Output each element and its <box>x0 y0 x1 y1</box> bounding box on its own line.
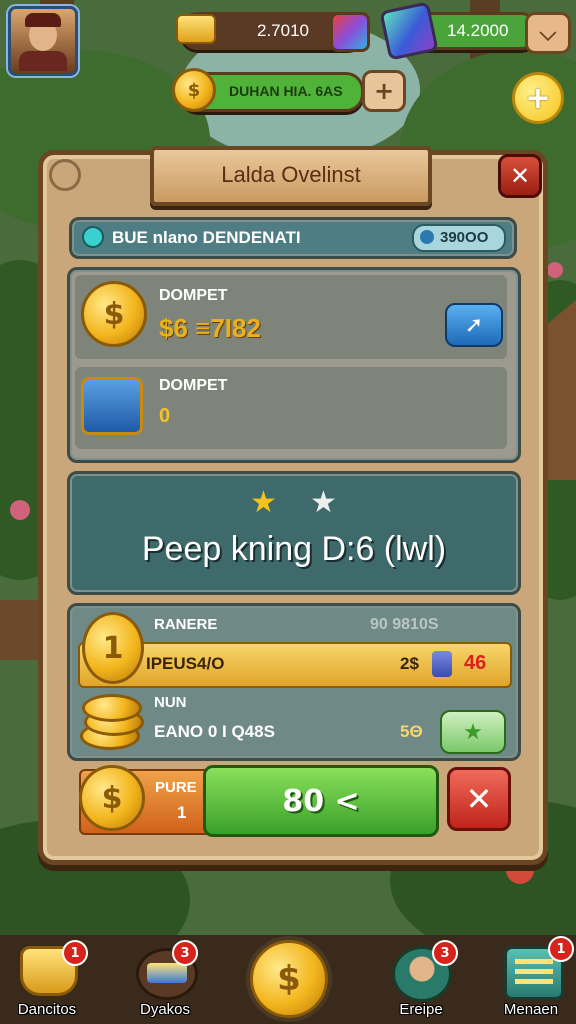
reward-2-count: 5Θ <box>400 722 423 741</box>
wallet-coin-icon: $ <box>81 281 147 347</box>
reward-2-coin-stack-icon <box>80 692 144 752</box>
nav-item-shop[interactable]: $ <box>244 940 334 1024</box>
banner-add-button[interactable]: + <box>362 70 406 112</box>
reward-2-star-button[interactable]: ★ <box>440 710 506 754</box>
footer-coin-icon: $ <box>79 765 145 831</box>
gold-counter-value: 2.7010 <box>257 21 309 40</box>
gem-stack-icon <box>379 1 439 61</box>
reward-1-count: 2$ <box>400 654 419 673</box>
wallet-2-value: 0 <box>159 405 171 427</box>
reward-1-extra: 46 <box>464 652 487 674</box>
reward-1-coin-mark: 1 <box>102 630 124 666</box>
level-banner-text: Peep kning D:6 (lwl) <box>141 530 447 568</box>
wallet-1-value: $6 ≡7I82 <box>159 313 261 343</box>
avatar-hat <box>25 13 61 27</box>
nav-badge-dyakos: 3 <box>172 940 198 966</box>
nav-badge-menaen: 1 <box>548 936 574 962</box>
dialog-panel: BUE nlano DENDENATI 390OO $ DOMPET $6 ≡7… <box>38 150 548 865</box>
wallet-bag-icon <box>81 377 143 435</box>
cancel-button[interactable]: ✕ <box>447 767 511 831</box>
reward-1-amount: IPEUS4/O <box>146 654 225 673</box>
reward-2-label: NUN <box>154 694 187 711</box>
wallet-row-2: DOMPET 0 <box>75 367 507 449</box>
reward-2-amount: EANO 0 I Q48S <box>154 722 275 741</box>
nav-label-menaen: Menaen <box>503 1001 559 1018</box>
reward-1-label: RANERE <box>154 616 218 633</box>
reward-1-gem-icon <box>432 651 452 677</box>
info-value-icon <box>420 230 434 244</box>
star-empty-icon: ★ <box>310 485 337 520</box>
nav-label-dancitos: Dancitos <box>17 1001 77 1018</box>
gold-bars-icon <box>172 8 216 48</box>
reward-1-faded-value: 90 9810S <box>370 616 439 633</box>
star-filled-icon: ★ <box>250 485 277 520</box>
info-value: 390OO <box>440 229 489 246</box>
nav-item-dyakos[interactable]: 3 Dyakos <box>120 940 210 1024</box>
reward-section: RANERE 90 9810S IPEUS4/O 2$ 46 1 NUN EAN… <box>67 603 521 761</box>
info-text: BUE nlano DENDENATI <box>112 228 301 247</box>
info-token-icon <box>82 226 104 248</box>
avatar-body <box>19 51 67 71</box>
info-value-pill: 390OO <box>412 224 506 252</box>
player-avatar[interactable] <box>8 6 78 76</box>
wallet-row-1: $ DOMPET $6 ≡7I82 ➚ <box>75 275 507 359</box>
dialog-title: Lalda Ovelinst <box>221 162 361 187</box>
dialog-gear-icon <box>49 159 81 191</box>
nav-badge-ereipe: 3 <box>432 940 458 966</box>
settings-dropdown-button[interactable]: ⌵ <box>525 12 571 54</box>
nav-item-menaen[interactable]: 1 Menaen <box>486 936 576 1024</box>
banner-coin-icon: $ <box>172 68 216 112</box>
confirm-button-label: 80 < <box>282 783 360 819</box>
gem-chest-icon[interactable] <box>330 12 370 52</box>
footer-label: PURE <box>155 779 197 796</box>
confirm-button[interactable]: 80 < <box>203 765 439 837</box>
dialog-title-ribbon: Lalda Ovelinst <box>150 146 432 206</box>
info-bar: BUE nlano DENDENATI 390OO <box>69 217 517 259</box>
shop-coin-icon: $ <box>250 940 328 1018</box>
nav-item-dancitos[interactable]: 1 Dancitos <box>2 940 92 1024</box>
nav-item-ereipe[interactable]: 3 Ereipe <box>376 940 466 1024</box>
event-banner-text: DUHAN HIA. 6AS <box>229 83 343 99</box>
nav-label-dyakos: Dyakos <box>139 1001 191 1018</box>
reward-1-coin-icon: 1 <box>82 612 144 684</box>
level-banner: ★ ★ Peep kning D:6 (lwl) <box>67 471 521 595</box>
add-currency-button[interactable]: + <box>512 72 564 124</box>
footer-value: 1 <box>177 803 187 822</box>
nav-label-ereipe: Ereipe <box>399 1001 443 1018</box>
dialog-close-button[interactable]: ✕ <box>498 154 542 198</box>
wallet-1-label: DOMPET <box>159 287 228 304</box>
wallet-2-label: DOMPET <box>159 377 228 394</box>
gem-counter-value: 14.2000 <box>447 21 509 40</box>
nav-badge-dancitos: 1 <box>62 940 88 966</box>
wallet-transfer-button[interactable]: ➚ <box>445 303 503 347</box>
